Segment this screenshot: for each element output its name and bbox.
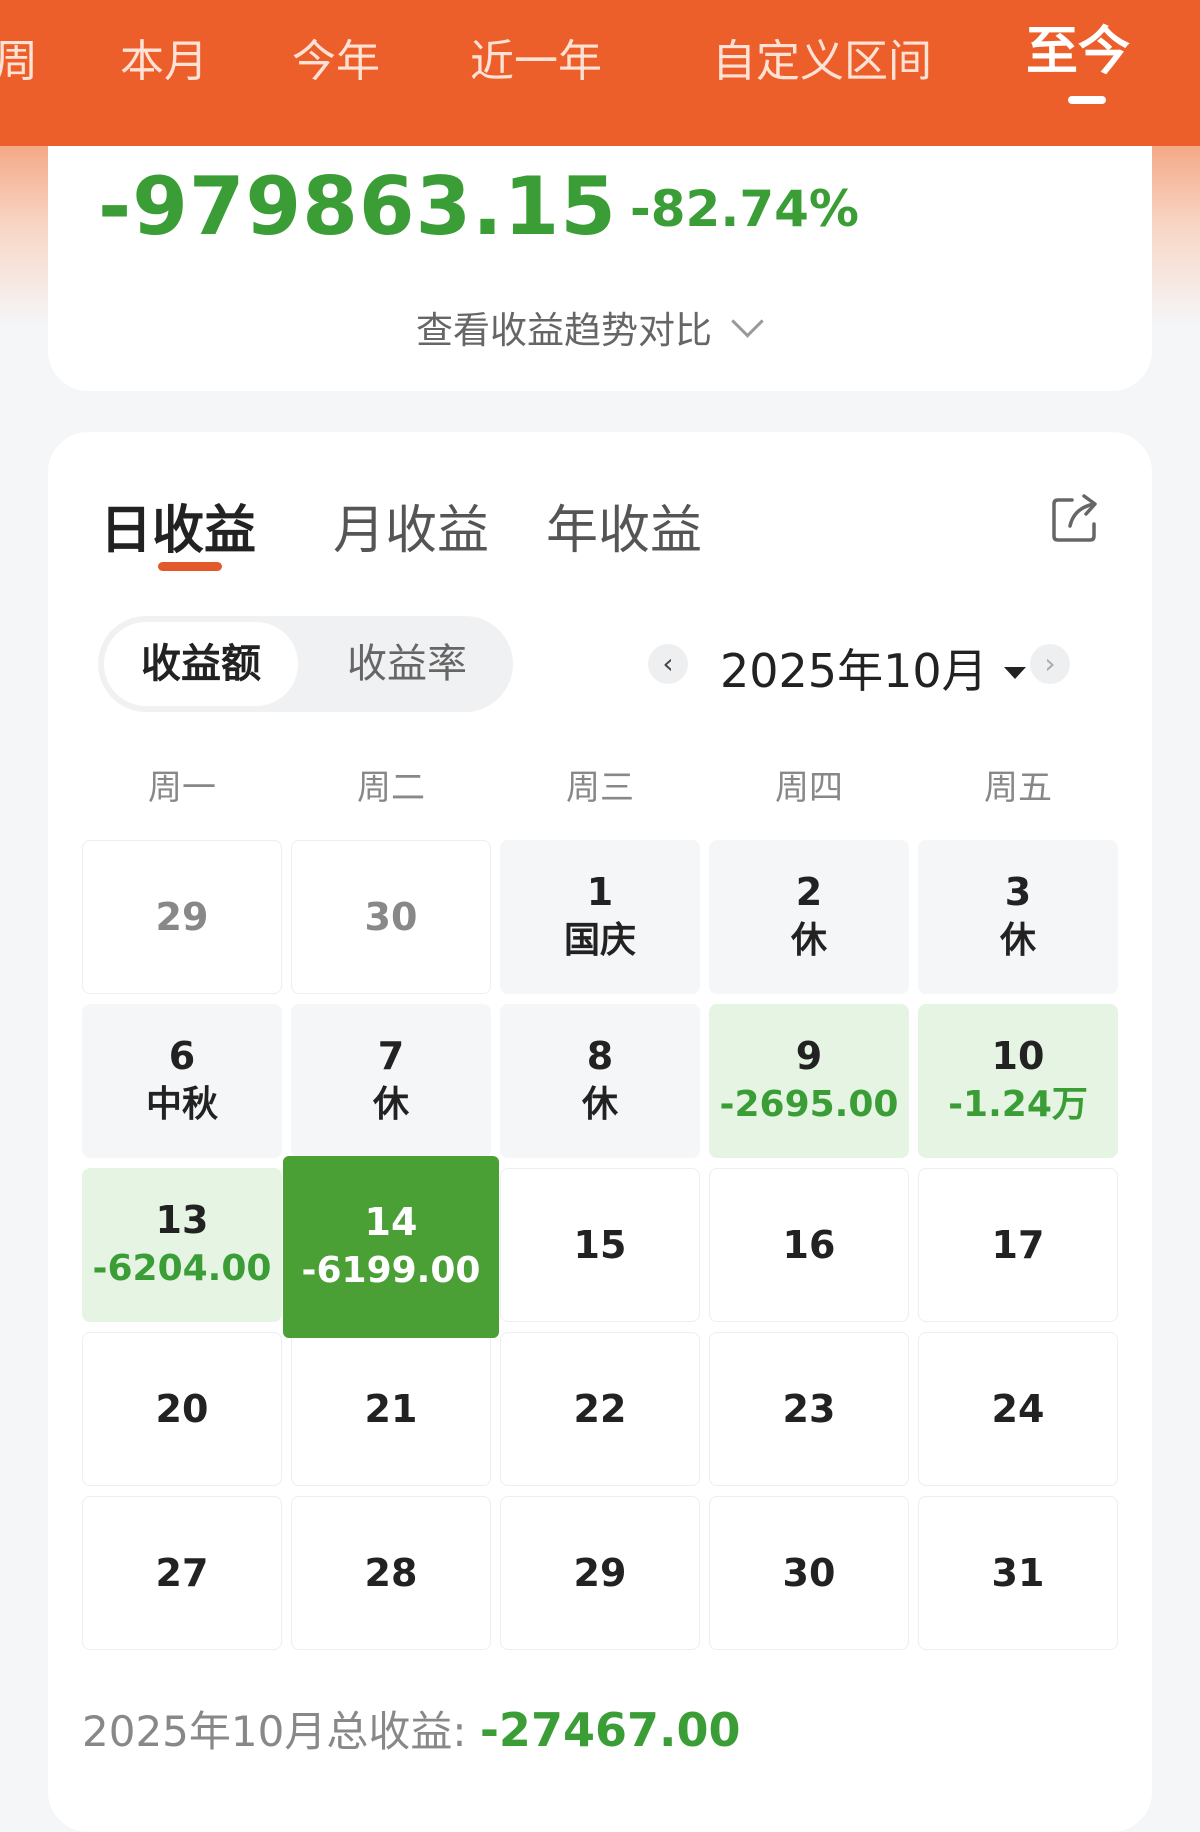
day-number: 21 bbox=[364, 1387, 418, 1431]
profit-tab-indicator bbox=[158, 562, 222, 571]
holiday-label: 中秋 bbox=[145, 1084, 218, 1125]
holiday-label: 休 bbox=[372, 1084, 409, 1125]
calendar-day-cell[interactable]: 29 bbox=[82, 840, 282, 994]
period-tab-this-year[interactable]: 今年 bbox=[292, 32, 380, 92]
holiday-label: 休 bbox=[581, 1084, 618, 1125]
next-month-button[interactable]: › bbox=[1030, 644, 1070, 684]
calendar-day-cell[interactable]: 13 -6204.00 bbox=[82, 1168, 282, 1322]
month-total-value: -27467.00 bbox=[479, 1703, 741, 1757]
day-number: 30 bbox=[364, 895, 418, 939]
calendar-day-cell[interactable]: 31 bbox=[918, 1496, 1118, 1650]
total-profit-amount: -979863.15 bbox=[98, 160, 617, 253]
day-number: 3 bbox=[1004, 870, 1032, 914]
calendar-day-cell[interactable]: 23 bbox=[709, 1332, 909, 1486]
day-number: 16 bbox=[782, 1223, 836, 1267]
day-number: 13 bbox=[155, 1198, 209, 1242]
calendar-day-cell[interactable]: 3休 bbox=[918, 840, 1118, 994]
holiday-label: 国庆 bbox=[563, 920, 636, 961]
toggle-profit-amount[interactable]: 收益额 bbox=[104, 622, 298, 706]
day-number: 15 bbox=[573, 1223, 627, 1267]
weekday-label: 周一 bbox=[148, 768, 216, 808]
month-total-label: 2025年10月总收益: bbox=[82, 1707, 480, 1756]
calendar-day-cell[interactable]: 15 bbox=[500, 1168, 700, 1322]
holiday-label: 休 bbox=[790, 920, 827, 961]
day-number: 22 bbox=[573, 1387, 627, 1431]
calendar-day-cell[interactable]: 10 -1.24万 bbox=[918, 1004, 1118, 1158]
calendar-day-cell[interactable]: 7休 bbox=[291, 1004, 491, 1158]
calendar-day-cell[interactable]: 9 -2695.00 bbox=[709, 1004, 909, 1158]
tab-daily-profit[interactable]: 日收益 bbox=[100, 488, 256, 563]
calendar-day-cell[interactable]: 28 bbox=[291, 1496, 491, 1650]
day-number: 31 bbox=[991, 1551, 1045, 1595]
day-number: 20 bbox=[155, 1387, 209, 1431]
calendar-day-cell[interactable]: 29 bbox=[500, 1496, 700, 1650]
calendar-day-cell[interactable]: 14 -6199.00 bbox=[283, 1156, 499, 1338]
day-number: 1 bbox=[586, 870, 614, 914]
month-picker[interactable]: 2025年10月 bbox=[720, 635, 1026, 701]
active-tab-indicator bbox=[1068, 96, 1106, 104]
calendar-day-cell[interactable]: 22 bbox=[500, 1332, 700, 1486]
calendar-day-cell[interactable]: 6 中秋 bbox=[82, 1004, 282, 1158]
tab-monthly-profit[interactable]: 月收益 bbox=[333, 488, 489, 563]
period-tab-this-month[interactable]: 本月 bbox=[120, 32, 208, 92]
period-tab-last-year[interactable]: 近一年 bbox=[470, 32, 602, 92]
prev-month-button[interactable]: ‹ bbox=[648, 644, 688, 684]
day-number: 28 bbox=[364, 1551, 418, 1595]
calendar-day-cell[interactable]: 16 bbox=[709, 1168, 909, 1322]
month-label: 2025年10月 bbox=[720, 644, 988, 698]
caret-down-icon bbox=[1003, 667, 1026, 679]
period-tab-custom[interactable]: 自定义区间 bbox=[712, 32, 932, 92]
calendar-day-cell[interactable]: 1 国庆 bbox=[500, 840, 700, 994]
chevron-down-icon bbox=[731, 305, 764, 338]
tab-yearly-profit[interactable]: 年收益 bbox=[546, 488, 702, 563]
day-number: 24 bbox=[991, 1387, 1045, 1431]
calendar-day-cell[interactable]: 2休 bbox=[709, 840, 909, 994]
day-number: 30 bbox=[782, 1551, 836, 1595]
day-profit: -6199.00 bbox=[301, 1250, 481, 1291]
day-profit: -6204.00 bbox=[92, 1248, 272, 1289]
day-number: 9 bbox=[795, 1034, 823, 1078]
trend-compare-label: 查看收益趋势对比 bbox=[416, 309, 712, 352]
weekday-label: 周三 bbox=[566, 768, 634, 808]
calendar-day-cell[interactable]: 24 bbox=[918, 1332, 1118, 1486]
day-number: 29 bbox=[573, 1551, 627, 1595]
holiday-label: 休 bbox=[999, 920, 1036, 961]
weekday-label: 周五 bbox=[984, 768, 1052, 808]
calendar-day-cell[interactable]: 8休 bbox=[500, 1004, 700, 1158]
day-number: 7 bbox=[377, 1034, 405, 1078]
day-number: 6 bbox=[168, 1034, 196, 1078]
day-profit: -1.24万 bbox=[948, 1084, 1088, 1125]
weekday-label: 周四 bbox=[775, 768, 843, 808]
day-profit: -2695.00 bbox=[719, 1084, 899, 1125]
toggle-profit-rate[interactable]: 收益率 bbox=[310, 622, 504, 706]
trend-compare-link[interactable]: 查看收益趋势对比 bbox=[416, 300, 764, 354]
month-total: 2025年10月总收益: -27467.00 bbox=[82, 1698, 740, 1759]
day-number: 23 bbox=[782, 1387, 836, 1431]
calendar-day-cell[interactable]: 17 bbox=[918, 1168, 1118, 1322]
calendar-day-cell[interactable]: 21 bbox=[291, 1332, 491, 1486]
total-profit-percent: -82.74% bbox=[630, 180, 860, 238]
day-number: 17 bbox=[991, 1223, 1045, 1267]
period-tab-to-date[interactable]: 至今 bbox=[1026, 22, 1130, 82]
calendar-day-cell[interactable]: 27 bbox=[82, 1496, 282, 1650]
calendar-day-cell[interactable]: 30 bbox=[709, 1496, 909, 1650]
day-number: 2 bbox=[795, 870, 823, 914]
weekday-label: 周二 bbox=[357, 768, 425, 808]
calendar-day-cell[interactable]: 30 bbox=[291, 840, 491, 994]
day-number: 29 bbox=[155, 895, 209, 939]
day-number: 14 bbox=[364, 1200, 418, 1244]
share-icon[interactable] bbox=[1050, 492, 1100, 544]
period-tab-week[interactable]: 周 bbox=[0, 32, 38, 92]
calendar-day-cell[interactable]: 20 bbox=[82, 1332, 282, 1486]
day-number: 8 bbox=[586, 1034, 614, 1078]
day-number: 10 bbox=[991, 1034, 1045, 1078]
day-number: 27 bbox=[155, 1551, 209, 1595]
